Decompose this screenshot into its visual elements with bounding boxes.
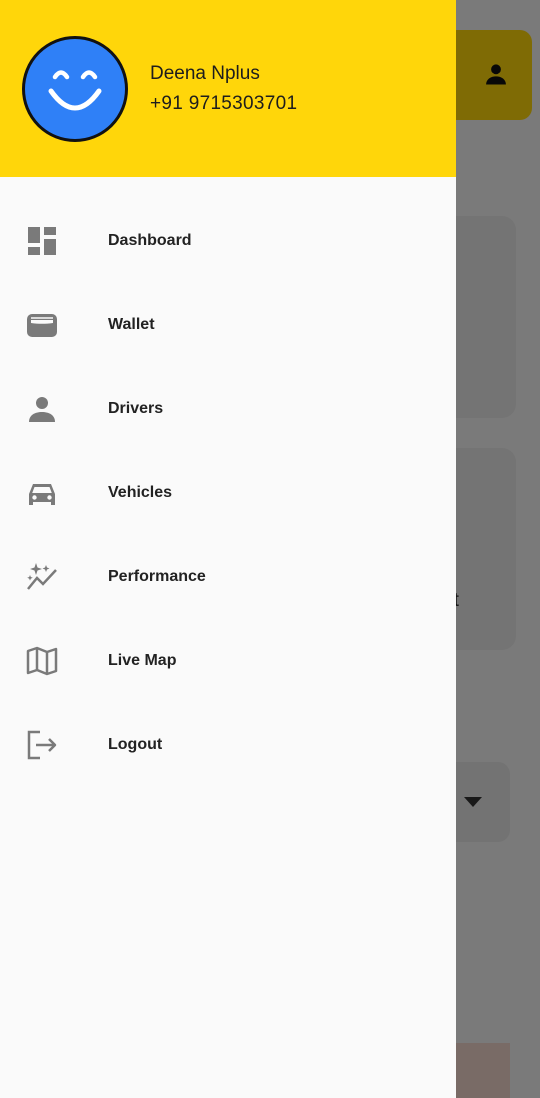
avatar[interactable] bbox=[22, 36, 128, 142]
menu-label: Live Map bbox=[108, 652, 177, 669]
menu-item-live-map[interactable]: Live Map bbox=[0, 619, 456, 703]
user-name: Deena Nplus bbox=[150, 63, 260, 84]
logout-icon bbox=[27, 730, 57, 760]
menu-label: Dashboard bbox=[108, 232, 192, 249]
menu-label: Vehicles bbox=[108, 484, 173, 501]
smiley-avatar-icon bbox=[48, 70, 102, 111]
menu-item-dashboard[interactable]: Dashboard bbox=[0, 199, 456, 283]
menu-item-drivers[interactable]: Drivers bbox=[0, 367, 456, 451]
person-icon bbox=[29, 397, 55, 422]
user-phone: +91 9715303701 bbox=[150, 93, 298, 114]
map-icon bbox=[26, 646, 58, 676]
dashboard-icon bbox=[28, 227, 56, 255]
menu-item-performance[interactable]: Performance bbox=[0, 535, 456, 619]
menu-item-wallet[interactable]: Wallet bbox=[0, 283, 456, 367]
drawer-menu: Dashboard Wallet Drivers Vehicles Perfor… bbox=[0, 199, 456, 787]
menu-item-vehicles[interactable]: Vehicles bbox=[0, 451, 456, 535]
drawer-header: Deena Nplus +91 9715303701 bbox=[0, 0, 456, 177]
car-icon bbox=[29, 484, 55, 505]
performance-icon bbox=[27, 563, 57, 590]
wallet-icon bbox=[27, 314, 57, 337]
menu-label: Drivers bbox=[108, 400, 164, 417]
navigation-drawer: Deena Nplus +91 9715303701 Dashboard Wal… bbox=[0, 0, 456, 1098]
menu-label: Performance bbox=[108, 568, 206, 585]
menu-label: Wallet bbox=[108, 316, 155, 333]
menu-label: Logout bbox=[108, 736, 163, 753]
menu-item-logout[interactable]: Logout bbox=[0, 703, 456, 787]
